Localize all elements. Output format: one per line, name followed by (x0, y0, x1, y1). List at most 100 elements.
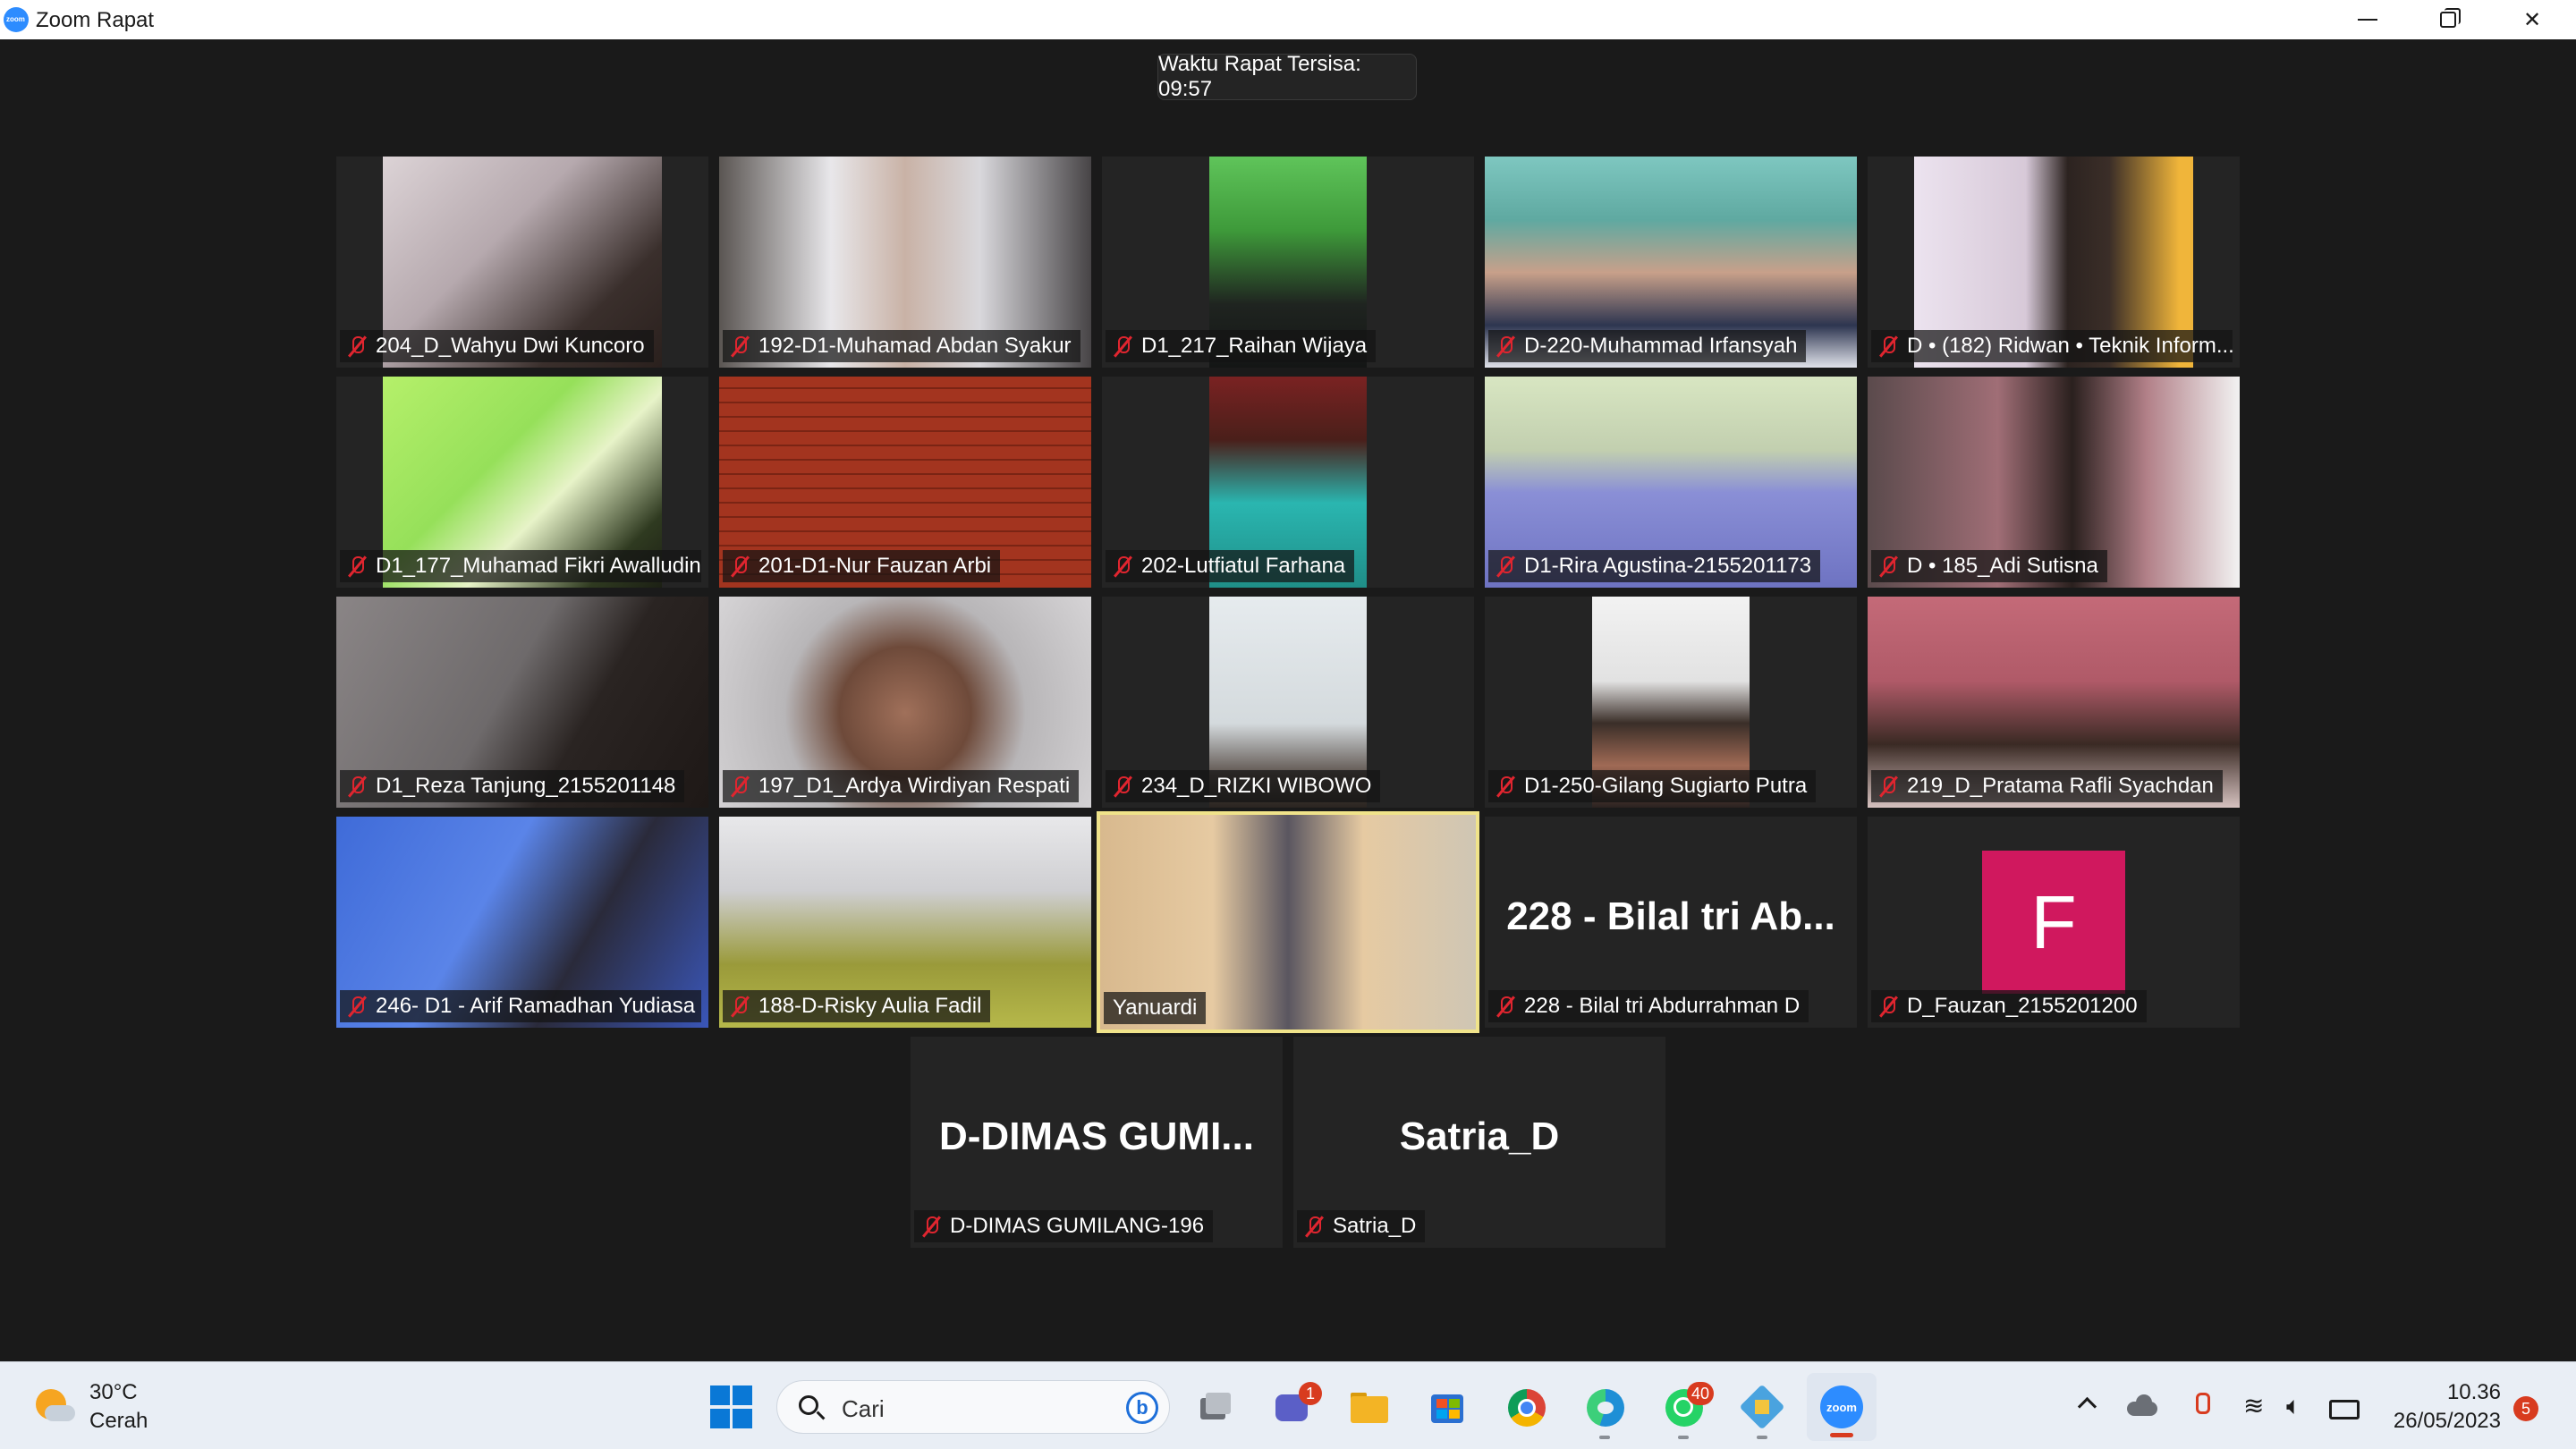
notification-center-badge[interactable]: 5 (2513, 1396, 2538, 1421)
chrome-icon[interactable] (1504, 1385, 1547, 1428)
weather-description[interactable]: Cerah (89, 1409, 148, 1434)
participant-tile[interactable]: 201-D1-Nur Fauzan Arbi (719, 377, 1091, 588)
microphone-in-use-icon[interactable] (2191, 1393, 2210, 1419)
meeting-time-remaining: Waktu Rapat Tersisa: 09:57 (1157, 52, 1417, 101)
participant-name-tag: 219_D_Pratama Rafli Syachdan (1871, 770, 2223, 802)
muted-mic-icon (730, 335, 750, 358)
whatsapp-icon[interactable]: 40 (1662, 1382, 1714, 1439)
start-icon-tile (710, 1408, 730, 1428)
participant-tile[interactable]: 188-D-Risky Aulia Fadil (719, 817, 1091, 1028)
participant-tile[interactable]: D-220-Muhammad Irfansyah (1485, 157, 1857, 368)
participant-name: 234_D_RIZKI WIBOWO (1141, 774, 1372, 798)
participant-name: D_Fauzan_2155201200 (1907, 994, 2138, 1018)
participant-tile[interactable]: 234_D_RIZKI WIBOWO (1102, 597, 1474, 808)
muted-mic-icon (1113, 335, 1132, 358)
window-titlebar: zoom Zoom Rapat ✕ (0, 0, 2576, 39)
chrome-center (1518, 1399, 1536, 1417)
folder-icon[interactable] (1347, 1385, 1390, 1428)
wifi-icon[interactable]: ≋ (2243, 1393, 2274, 1419)
edge-icon[interactable] (1583, 1385, 1626, 1439)
participant-name: D1_Reza Tanjung_2155201148 (376, 774, 676, 798)
participant-tile[interactable]: D-DIMAS GUMI... D-DIMAS GUMILANG-196 (911, 1037, 1283, 1248)
participant-tile[interactable]: D1_Reza Tanjung_2155201148 (336, 597, 708, 808)
participant-name: D1-250-Gilang Sugiarto Putra (1524, 774, 1808, 798)
clock-time[interactable]: 10.36 (2397, 1380, 2501, 1405)
participant-tile[interactable]: D1_177_Muhamad Fikri Awalludin (336, 377, 708, 588)
participant-name: D1_217_Raihan Wijaya (1141, 334, 1368, 358)
participant-tile[interactable]: 228 - Bilal tri Ab... 228 - Bilal tri Ab… (1485, 817, 1857, 1028)
microsoft-store-icon[interactable] (1426, 1385, 1469, 1428)
participant-tile[interactable]: D • 185_Adi Sutisna (1868, 377, 2240, 588)
zoom-app-icon: zoom (4, 7, 29, 32)
search-icon (799, 1395, 818, 1415)
zoom-taskbar-button[interactable]: zoom (1807, 1373, 1877, 1441)
participant-name-tag: 192-D1-Muhamad Abdan Syakur (723, 330, 1080, 362)
taskbar-search-box[interactable]: Cari b (776, 1380, 1170, 1434)
weather-widget[interactable] (36, 1385, 75, 1425)
active-speaker-tile[interactable]: Yanuardi (1097, 811, 1479, 1033)
participant-name: 219_D_Pratama Rafli Syachdan (1907, 774, 2214, 798)
muted-mic-icon (1113, 775, 1132, 798)
participant-tile[interactable]: D1-250-Gilang Sugiarto Putra (1485, 597, 1857, 808)
participant-avatar: F (1982, 851, 2125, 994)
participant-name-tag: 228 - Bilal tri Abdurrahman D (1488, 990, 1809, 1022)
participant-name: D • (182) Ridwan • Teknik Inform... (1907, 334, 2233, 358)
participant-tile[interactable]: 202-Lutfiatul Farhana (1102, 377, 1474, 588)
windows-start-icon[interactable] (710, 1385, 753, 1428)
participant-tile[interactable]: 197_D1_Ardya Wirdiyan Respati (719, 597, 1091, 808)
participant-tile[interactable]: D1-Rira Agustina-2155201173 (1485, 377, 1857, 588)
participant-tile[interactable]: F D_Fauzan_2155201200 (1868, 817, 2240, 1028)
participant-name-tag: D1-250-Gilang Sugiarto Putra (1488, 770, 1817, 802)
muted-mic-icon (1496, 775, 1515, 798)
weather-temperature[interactable]: 30°C (89, 1380, 138, 1405)
participant-tile[interactable]: 204_D_Wahyu Dwi Kuncoro (336, 157, 708, 368)
bing-icon[interactable]: b (1126, 1392, 1158, 1424)
start-icon-tile (733, 1408, 752, 1428)
onedrive-cloud-icon[interactable] (2127, 1393, 2161, 1419)
volume-icon[interactable]: 🔈︎ (2286, 1393, 2317, 1419)
muted-mic-icon (1878, 995, 1898, 1018)
participant-name-tag: 201-D1-Nur Fauzan Arbi (723, 550, 1001, 582)
participant-name: 246- D1 - Arif Ramadhan Yudiasa (376, 994, 696, 1018)
participant-name-tag: 234_D_RIZKI WIBOWO (1106, 770, 1381, 802)
participant-name: 192-D1-Muhamad Abdan Syakur (758, 334, 1072, 358)
task-view-icon[interactable] (1193, 1385, 1236, 1428)
close-button[interactable]: ✕ (2492, 0, 2572, 39)
participant-tile[interactable]: D • (182) Ridwan • Teknik Inform... (1868, 157, 2240, 368)
windows-taskbar: 30°C Cerah Cari b 1 40 zoom ≋ 🔈︎ 10.36 2… (0, 1361, 2576, 1449)
participant-name: D-220-Muhammad Irfansyah (1524, 334, 1798, 358)
participant-name-tag: D-DIMAS GUMILANG-196 (914, 1210, 1214, 1242)
virtualbox-face (1755, 1400, 1769, 1414)
participant-name: 201-D1-Nur Fauzan Arbi (758, 554, 992, 578)
participant-tile[interactable]: Satria_D Satria_D (1293, 1037, 1665, 1248)
teams-chat-icon[interactable]: 1 (1270, 1382, 1322, 1428)
store-bag (1431, 1394, 1463, 1423)
participant-name: Yanuardi (1113, 996, 1198, 1020)
participant-tile[interactable]: 246- D1 - Arif Ramadhan Yudiasa (336, 817, 708, 1028)
store-tile (1436, 1399, 1447, 1408)
cloud-icon (45, 1405, 75, 1421)
minimize-button[interactable] (2327, 0, 2408, 39)
participant-tile[interactable]: 192-D1-Muhamad Abdan Syakur (719, 157, 1091, 368)
restore-icon (2440, 8, 2461, 28)
close-icon: ✕ (2522, 7, 2542, 32)
zoom-icon: zoom (1820, 1385, 1863, 1428)
active-app-indicator (1830, 1433, 1853, 1437)
show-hidden-icons-chevron-icon[interactable] (2077, 1393, 2097, 1419)
virtualbox-icon[interactable] (1739, 1384, 1785, 1439)
participant-tile[interactable]: D1_217_Raihan Wijaya (1102, 157, 1474, 368)
battery-icon[interactable] (2327, 1393, 2360, 1419)
participant-name-tag: 202-Lutfiatul Farhana (1106, 550, 1355, 582)
notification-badge: 1 (1299, 1382, 1322, 1405)
participant-name-tag: D • 185_Adi Sutisna (1871, 550, 2107, 582)
participant-name-tag: D1-Rira Agustina-2155201173 (1488, 550, 1821, 582)
muted-mic-icon (730, 555, 750, 578)
search-placeholder: Cari (842, 1395, 885, 1422)
participant-name: 202-Lutfiatul Farhana (1141, 554, 1346, 578)
participant-tile[interactable]: 219_D_Pratama Rafli Syachdan (1868, 597, 2240, 808)
participant-name-tag: D-220-Muhammad Irfansyah (1488, 330, 1807, 362)
participant-name-tag: D • (182) Ridwan • Teknik Inform... (1871, 330, 2233, 362)
minimize-icon (2358, 19, 2377, 21)
restore-button[interactable] (2408, 0, 2488, 39)
clock-date[interactable]: 26/05/2023 (2379, 1409, 2501, 1434)
